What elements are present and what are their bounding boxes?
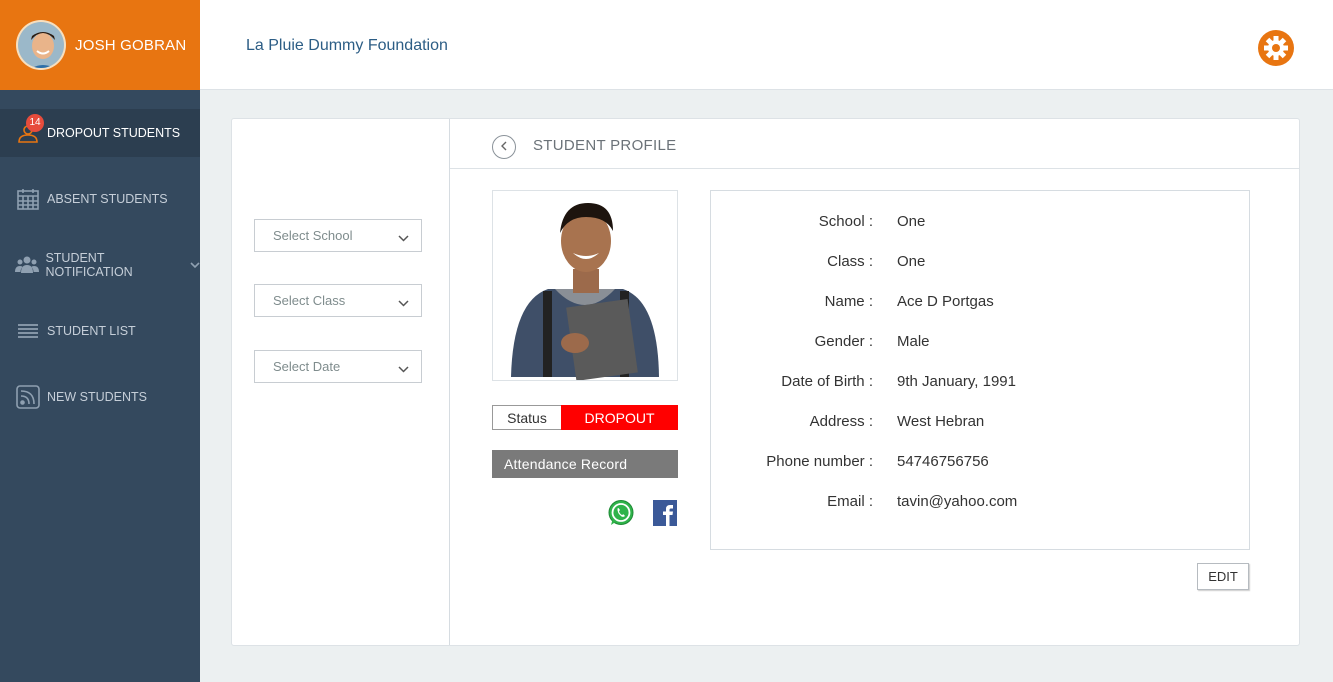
page-title: STUDENT PROFILE xyxy=(533,137,677,154)
select-class-dropdown[interactable]: Select Class xyxy=(254,284,422,317)
student-details-box: School : One Class : One Name : Ace D Po… xyxy=(710,190,1250,550)
sidebar-item-absent-students[interactable]: ABSENT STUDENTS xyxy=(0,175,200,223)
notification-badge: 14 xyxy=(26,114,44,132)
detail-value: 9th January, 1991 xyxy=(897,373,1016,390)
sidebar-item-new-students[interactable]: NEW STUDENTS xyxy=(0,373,200,421)
detail-value: Male xyxy=(897,333,930,350)
sidebar-item-student-notification[interactable]: STUDENT NOTIFICATION xyxy=(0,241,200,289)
back-button[interactable] xyxy=(492,135,516,159)
detail-row-school: School : One xyxy=(711,213,1251,233)
chevron-down-icon xyxy=(398,361,409,376)
select-class-value: Select Class xyxy=(273,293,346,308)
sidebar-item-label: STUDENT LIST xyxy=(47,324,136,338)
detail-value: One xyxy=(897,213,926,230)
users-icon xyxy=(15,252,40,278)
sidebar-item-label: DROPOUT STUDENTS xyxy=(47,126,181,140)
sidebar-item-dropout-students[interactable]: 14 DROPOUT STUDENTS xyxy=(0,109,200,157)
detail-row-date-of-birth: Date of Birth : 9th January, 1991 xyxy=(711,373,1251,393)
detail-label: Email : xyxy=(827,493,873,510)
sidebar: JOSH GOBRAN 14 DROPOUT STUDENTS ABSENT S… xyxy=(0,0,200,682)
sidebar-item-label: ABSENT STUDENTS xyxy=(47,192,168,206)
top-header: La Pluie Dummy Foundation xyxy=(200,0,1333,90)
detail-label: Address : xyxy=(809,413,873,430)
detail-value: tavin@yahoo.com xyxy=(897,493,1018,510)
status-badge: DROPOUT xyxy=(561,405,678,430)
select-date-value: Select Date xyxy=(273,359,341,374)
sidebar-item-label: STUDENT NOTIFICATION xyxy=(45,251,133,279)
detail-value: West Hebran xyxy=(897,413,985,430)
rss-icon xyxy=(15,384,41,410)
profile-panel: STUDENT PROFILE Status DROPOUT Attendanc… xyxy=(450,119,1299,645)
detail-row-gender: Gender : Male xyxy=(711,333,1251,353)
detail-label: Class : xyxy=(827,253,873,270)
chevron-down-icon xyxy=(398,230,409,245)
filter-panel: Select School Select Class Select Date xyxy=(232,119,450,645)
detail-row-class: Class : One xyxy=(711,253,1251,273)
student-photo xyxy=(492,190,678,381)
edit-button[interactable]: EDIT xyxy=(1197,563,1249,590)
status-label: Status xyxy=(492,405,561,430)
detail-label: Gender : xyxy=(814,333,873,350)
detail-row-name: Name : Ace D Portgas xyxy=(711,293,1251,313)
sidebar-item-label: NEW STUDENTS xyxy=(47,390,147,404)
profile-header: STUDENT PROFILE xyxy=(450,119,1299,169)
attendance-record-button[interactable]: Attendance Record xyxy=(492,450,678,478)
select-school-value: Select School xyxy=(273,228,353,243)
facebook-icon[interactable] xyxy=(653,500,677,526)
sidebar-nav: 14 DROPOUT STUDENTS ABSENT STUDENTS STUD… xyxy=(0,109,200,439)
select-school-dropdown[interactable]: Select School xyxy=(254,219,422,252)
detail-value: 54746756756 xyxy=(897,453,989,470)
organization-name: La Pluie Dummy Foundation xyxy=(246,37,448,54)
content-card: Select School Select Class Select Date S… xyxy=(231,118,1300,646)
user-name: JOSH GOBRAN xyxy=(75,36,187,54)
chevron-down-icon xyxy=(398,295,409,310)
chevron-down-icon xyxy=(190,261,200,269)
detail-label: School : xyxy=(818,213,873,230)
select-date-dropdown[interactable]: Select Date xyxy=(254,350,422,383)
avatar[interactable] xyxy=(16,20,66,70)
detail-label: Phone number : xyxy=(766,453,873,470)
gear-icon[interactable] xyxy=(1257,29,1295,67)
sidebar-item-student-list[interactable]: STUDENT LIST xyxy=(0,307,200,355)
status-indicator: Status DROPOUT xyxy=(492,405,678,430)
detail-value: One xyxy=(897,253,926,270)
calendar-icon xyxy=(15,186,41,212)
list-icon xyxy=(15,318,41,344)
detail-row-phone-number: Phone number : 54746756756 xyxy=(711,453,1251,473)
detail-label: Name : xyxy=(824,293,873,310)
detail-row-email: Email : tavin@yahoo.com xyxy=(711,493,1251,513)
detail-label: Date of Birth : xyxy=(781,373,873,390)
detail-row-address: Address : West Hebran xyxy=(711,413,1251,433)
chevron-left-icon xyxy=(500,138,508,156)
detail-value: Ace D Portgas xyxy=(897,293,994,310)
whatsapp-icon[interactable] xyxy=(607,499,635,527)
user-profile-box[interactable]: JOSH GOBRAN xyxy=(0,0,200,90)
